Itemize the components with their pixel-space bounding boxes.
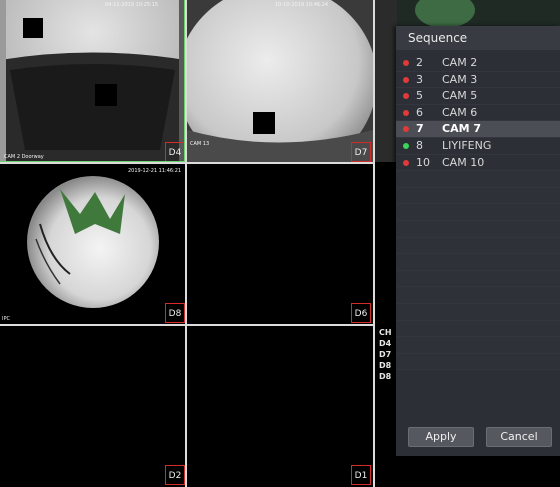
sequence-item-selected[interactable]: 7 CAM 7	[396, 121, 560, 138]
channel-list-item: D8	[379, 372, 392, 381]
sequence-item-name: CAM 7	[442, 122, 482, 136]
channel-label: D1	[351, 465, 371, 485]
sequence-item-number: 2	[416, 56, 423, 69]
sequence-empty-row	[396, 287, 560, 304]
osd-timestamp: 10-10-2019 10:46:24	[275, 2, 329, 8]
cancel-button[interactable]: Cancel	[486, 427, 552, 447]
grid-divider	[0, 324, 375, 326]
apply-button[interactable]: Apply	[408, 427, 474, 447]
camera-tile-mid-left[interactable]: 2019-12-21 11:46:21 IPC D8	[0, 164, 185, 324]
channel-list-header: CH	[379, 328, 392, 337]
status-dot-icon	[403, 142, 409, 149]
osd-timestamp: 04-11-2019 10:25:15	[105, 2, 159, 8]
panel-title: Sequence	[396, 26, 560, 50]
sequence-item-name: CAM 5	[442, 89, 478, 103]
sequence-item-number: 3	[416, 72, 423, 86]
sequence-panel: Sequence 2 CAM 2 3 CAM 3 5 CAM 5 6 CAM 6…	[396, 26, 560, 456]
sequence-item-number: 7	[416, 122, 424, 136]
status-dot-icon	[403, 126, 409, 133]
sequence-item-number: 5	[416, 89, 423, 103]
sequence-item[interactable]: 3 CAM 3	[396, 72, 560, 89]
grid-divider	[373, 0, 375, 487]
sequence-item-number: 6	[416, 105, 423, 119]
sequence-item-name: CAM 2	[442, 56, 478, 69]
fisheye-scene	[0, 164, 185, 324]
camera-tile-top-mid[interactable]: 10-10-2019 10:46:24 CAM 13 D7	[187, 0, 373, 162]
status-dot-icon	[403, 60, 409, 66]
sequence-item-name: CAM 10	[442, 155, 485, 169]
sequence-empty-row	[396, 303, 560, 321]
sequence-item[interactable]: 8 LIYIFENG	[396, 138, 560, 155]
osd-timestamp: 2019-12-21 11:46:21	[128, 168, 182, 174]
sequence-empty-row	[396, 187, 560, 205]
channel-list-item: D8	[379, 361, 392, 370]
channel-list-item: D7	[379, 350, 392, 359]
selected-tile-border	[184, 0, 185, 162]
sequence-list: 2 CAM 2 3 CAM 3 5 CAM 5 6 CAM 6 7 CAM 7 …	[396, 55, 560, 385]
osd-camera-name: CAM 13	[190, 141, 210, 147]
sequence-empty-row	[396, 270, 560, 288]
camera-scene	[187, 0, 373, 162]
camera-tile-mid-mid[interactable]: D6	[187, 164, 373, 324]
privacy-mask	[253, 112, 275, 134]
privacy-mask	[23, 18, 43, 38]
channel-list-item: D4	[379, 339, 392, 348]
status-dot-icon	[403, 76, 409, 83]
status-dot-icon	[403, 159, 409, 166]
sequence-empty-row	[396, 254, 560, 271]
channel-label: D8	[165, 303, 185, 323]
channel-label: D7	[351, 142, 371, 162]
sequence-item-name: LIYIFENG	[442, 138, 492, 152]
sequence-empty-row	[396, 320, 560, 338]
sequence-item-number: 10	[416, 155, 430, 169]
osd-camera-name: IPC	[2, 316, 10, 322]
channel-label: D6	[351, 303, 371, 323]
osd-camera-name: CAM 2 Doorway	[4, 154, 44, 160]
sequence-item-number: 8	[416, 138, 423, 152]
grid-divider	[0, 162, 375, 164]
sequence-item-name: CAM 6	[442, 105, 478, 119]
sequence-item[interactable]: 10 CAM 10	[396, 155, 560, 172]
status-dot-icon	[403, 93, 409, 100]
sequence-empty-row	[396, 353, 560, 371]
camera-tile-bottom-mid[interactable]: D1	[187, 326, 373, 487]
privacy-mask	[95, 84, 117, 106]
sequence-item-name: CAM 3	[442, 72, 478, 86]
sequence-empty-row	[396, 237, 560, 255]
camera-tile-bottom-left[interactable]: D2	[0, 326, 185, 487]
status-dot-icon	[403, 109, 409, 116]
camera-tile-top-left[interactable]: 04-11-2019 10:25:15 CAM 2 Doorway D4	[0, 0, 185, 162]
channel-label: D2	[165, 465, 185, 485]
grid-divider	[185, 0, 187, 487]
sequence-item[interactable]: 5 CAM 5	[396, 88, 560, 105]
sequence-empty-row	[396, 337, 560, 354]
sequence-item[interactable]: 2 CAM 2	[396, 55, 560, 72]
sequence-empty-row	[396, 220, 560, 238]
selected-tile-border	[0, 161, 185, 162]
channel-label: D4	[165, 142, 185, 162]
sequence-item[interactable]: 6 CAM 6	[396, 105, 560, 122]
channel-list: CH D4 D7 D8 D8	[379, 327, 392, 382]
sequence-empty-row	[396, 171, 560, 188]
sequence-empty-row	[396, 204, 560, 221]
